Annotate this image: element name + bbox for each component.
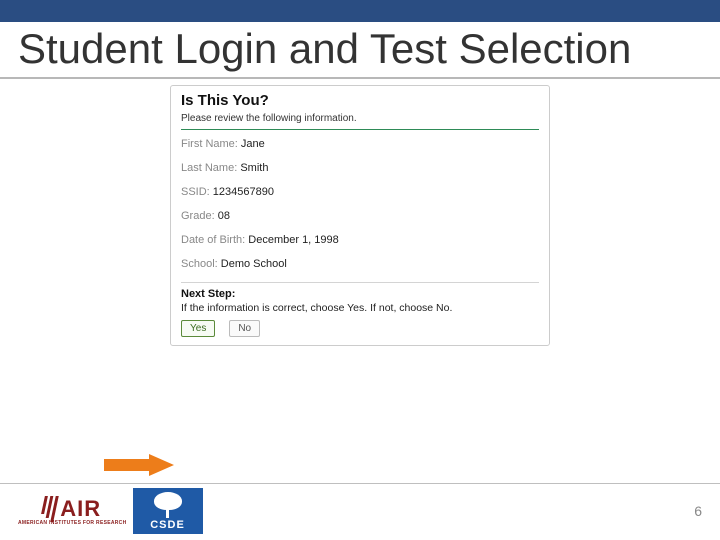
school-value: Demo School [221,258,287,270]
grade-row: Grade: 08 [181,210,539,222]
air-logo-text: AIR [60,496,101,522]
card-subheading: Please review the following information. [181,113,539,124]
no-button[interactable]: No [229,320,260,337]
slide-title: Student Login and Test Selection [18,26,702,71]
footer: AIR AMERICAN INSTITUTES FOR RESEARCH CSD… [0,484,720,540]
next-step-text: If the information is correct, choose Ye… [181,302,539,314]
divider-green [181,129,539,130]
grade-label: Grade: [181,210,215,222]
button-row: Yes No [181,320,539,337]
air-logo-subtext: AMERICAN INSTITUTES FOR RESEARCH [18,520,127,526]
last-name-row: Last Name: Smith [181,162,539,174]
content-wrap: Is This You? Please review the following… [0,79,720,346]
tree-icon [154,492,182,518]
title-area: Student Login and Test Selection [0,22,720,79]
dob-row: Date of Birth: December 1, 1998 [181,234,539,246]
next-step-title: Next Step: [181,288,539,300]
ssid-label: SSID: [181,186,210,198]
divider-gray [181,282,539,283]
arrow-callout-icon [104,454,174,476]
air-logo-top: AIR [43,496,101,522]
ssid-value: 1234567890 [213,186,274,198]
dob-label: Date of Birth: [181,234,245,246]
card-heading: Is This You? [181,92,539,109]
first-name-row: First Name: Jane [181,138,539,150]
first-name-label: First Name: [181,138,238,150]
csde-logo: CSDE [133,488,203,534]
yes-button[interactable]: Yes [181,320,215,337]
school-row: School: Demo School [181,258,539,270]
last-name-label: Last Name: [181,162,237,174]
csde-logo-text: CSDE [150,519,185,531]
dob-value: December 1, 1998 [248,234,339,246]
page-number: 6 [694,503,702,519]
logo-group: AIR AMERICAN INSTITUTES FOR RESEARCH CSD… [18,488,203,534]
last-name-value: Smith [240,162,268,174]
student-info-section: First Name: Jane Last Name: Smith SSID: … [181,138,539,270]
air-logo: AIR AMERICAN INSTITUTES FOR RESEARCH [18,496,127,526]
first-name-value: Jane [241,138,265,150]
air-stripes-icon [43,496,56,522]
grade-value: 08 [218,210,230,222]
school-label: School: [181,258,218,270]
ssid-row: SSID: 1234567890 [181,186,539,198]
top-accent-band [0,0,720,22]
confirm-identity-card: Is This You? Please review the following… [170,85,550,346]
